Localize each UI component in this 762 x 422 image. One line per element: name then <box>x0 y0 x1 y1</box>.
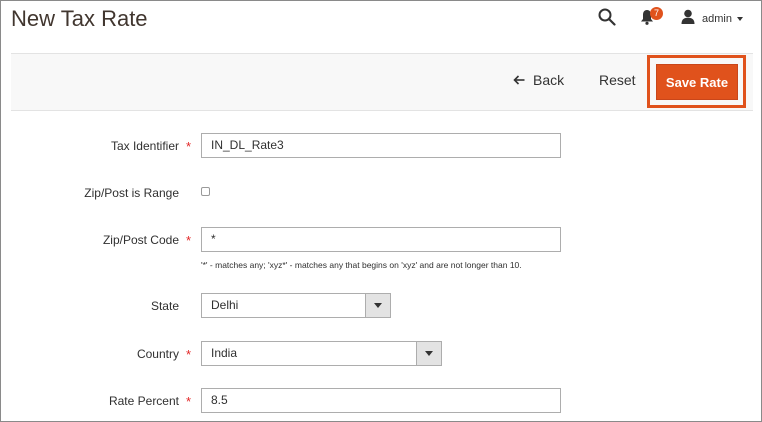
zip-is-range-checkbox[interactable] <box>201 187 210 196</box>
state-label: State <box>150 299 179 313</box>
notification-count-badge[interactable]: 7 <box>650 7 663 20</box>
back-button-label: Back <box>533 72 565 88</box>
user-menu[interactable]: admin <box>681 9 743 29</box>
tax-identifier-label: Tax Identifier <box>110 139 179 153</box>
country-select-value: India <box>211 346 238 360</box>
page-actions-bar <box>11 53 753 111</box>
state-select-value: Delhi <box>211 298 239 312</box>
search-icon[interactable] <box>598 8 616 26</box>
dropdown-arrow-icon <box>365 294 390 317</box>
required-marker: * <box>186 139 192 154</box>
rate-percent-input[interactable]: 8.5 <box>201 388 561 413</box>
required-marker: * <box>186 394 192 409</box>
country-label: Country <box>136 347 179 361</box>
dropdown-arrow-icon <box>416 342 441 365</box>
required-marker: * <box>186 233 192 248</box>
state-select[interactable]: Delhi <box>201 293 391 318</box>
back-button[interactable]: Back <box>513 72 564 88</box>
required-marker: * <box>186 347 192 362</box>
reset-button[interactable]: Reset <box>599 72 636 88</box>
user-name: admin <box>702 13 732 25</box>
save-rate-button[interactable]: Save Rate <box>656 64 738 100</box>
zip-is-range-label: Zip/Post is Range <box>84 186 179 200</box>
user-icon <box>681 9 695 29</box>
rate-percent-label: Rate Percent <box>108 394 179 408</box>
chevron-down-icon <box>736 17 743 21</box>
arrow-left-icon <box>513 75 525 85</box>
tax-identifier-input[interactable]: IN_DL_Rate3 <box>201 133 561 158</box>
country-select[interactable]: India <box>201 341 442 366</box>
zip-code-label: Zip/Post Code <box>102 233 179 247</box>
page-title: New Tax Rate <box>11 6 148 31</box>
zip-code-input[interactable]: * <box>201 227 561 252</box>
zip-code-note: '*' - matches any; 'xyz*' - matches any … <box>201 260 522 270</box>
